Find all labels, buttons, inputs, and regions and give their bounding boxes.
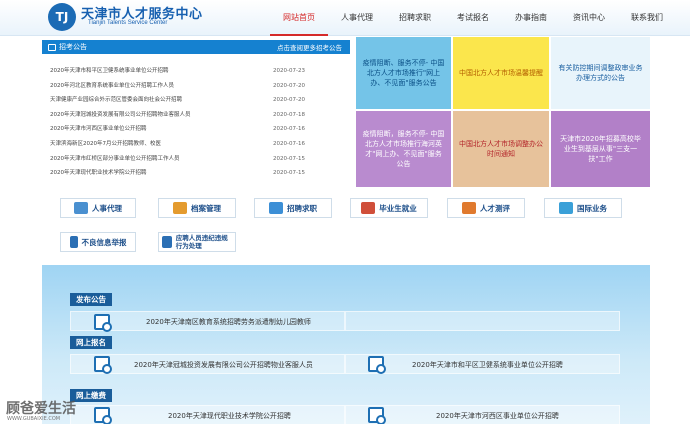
person-folder-icon: [74, 202, 88, 214]
quick-label: 人才测评: [480, 203, 510, 213]
site-subtitle: Tianjin Talents Service Center: [88, 20, 168, 26]
document-icon: [162, 236, 172, 248]
watermark-url: WWW.GUBAIXIE.COM: [7, 416, 61, 422]
globe-icon: [559, 202, 573, 214]
site-logo[interactable]: TJ: [48, 3, 76, 31]
signup-row-text[interactable]: 2020年天津冠城投资发展有限公司公开招聘物业客服人员: [134, 360, 313, 370]
list-item[interactable]: 天津滨海新区2020年7月公开招聘教师、校医 2020-07-16: [50, 137, 345, 152]
notice-item-date: 2020-07-23: [273, 68, 305, 74]
tile-reminder[interactable]: 中国北方人才市场温馨提醒: [452, 36, 550, 110]
notice-item-title[interactable]: 2020年河北区教育系统事业单位公开招聘工作人员: [50, 79, 174, 94]
recruit-icon: [269, 202, 283, 214]
archive-icon: [173, 202, 187, 214]
list-item[interactable]: 2020年天津现代职业技术学院公开招聘 2020-07-15: [50, 166, 345, 181]
personnel-agency-button[interactable]: 人事代理: [60, 198, 136, 218]
watermark: 顾爸爱生活 WWW.GUBAIXIE.COM: [0, 396, 150, 424]
archive-button[interactable]: 档案管理: [158, 198, 236, 218]
search-doc-icon: [94, 356, 112, 374]
pay-row-text[interactable]: 2020年天津现代职业技术学院公开招聘: [168, 411, 291, 421]
international-business-button[interactable]: 国际业务: [544, 198, 622, 218]
notice-item-date: 2020-07-18: [273, 111, 305, 118]
graduate-icon: [361, 202, 376, 214]
watermark-text: 顾爸爱生活: [6, 401, 76, 417]
nav-personnel-agency[interactable]: 人事代理: [328, 0, 386, 36]
publish-section-tag: 发布公告: [70, 293, 112, 306]
announcement-tiles: 疫情阻断、服务不停- 中国北方人才市场推行"网上办、不见面"服务公告 中国北方人…: [355, 36, 651, 188]
notice-item-title[interactable]: 天津滨海新区2020年7月公开招聘教师、校医: [50, 137, 161, 152]
phone-report-icon: [69, 236, 78, 248]
list-item[interactable]: 2020年天津市河西区事业单位公开招聘 2020-07-16: [50, 122, 345, 137]
quick-label: 应聘人员违纪违规行为处理: [175, 234, 228, 250]
report-button[interactable]: 不良信息举报: [60, 232, 136, 252]
nav-exam-signup[interactable]: 考试报名: [444, 0, 502, 36]
site-header: TJ 天津市人才服务中心 Tianjin Talents Service Cen…: [0, 0, 690, 36]
notice-icon: [48, 43, 56, 51]
violation-handling-button[interactable]: 应聘人员违纪违规行为处理: [158, 232, 236, 252]
notice-item-title[interactable]: 2020年天津现代职业技术学院公开招聘: [50, 166, 147, 181]
tile-political-review[interactable]: 有关防控期间调整政审业务办理方式的公告: [550, 36, 651, 110]
notice-item-date: 2020-07-16: [273, 126, 305, 133]
notice-list: 2020年天津市和平区卫健系统事业单位公开招聘 2020-07-23 2020年河…: [42, 54, 350, 181]
notice-item-title[interactable]: 2020年天津市红桥区部分事业单位公开招聘工作人员: [50, 152, 180, 167]
recruit-button[interactable]: 招聘求职: [254, 198, 332, 218]
quick-label: 国际业务: [577, 203, 607, 213]
list-item[interactable]: 天津健康产业园综合外示范区管委会面向社会公开招聘 2020-07-20: [50, 93, 345, 108]
nav-news[interactable]: 资讯中心: [560, 0, 618, 36]
quick-label: 毕业生就业: [379, 203, 417, 213]
nav-home[interactable]: 网站首页: [270, 0, 328, 36]
notice-item-date: 2020-07-16: [273, 140, 305, 147]
notice-item-date: 2020-07-15: [273, 155, 305, 162]
quick-label: 不良信息举报: [81, 237, 127, 247]
recruitment-notice-panel: 招考公告 点击查阅更多招考公告 2020年天津市和平区卫健系统事业单位公开招聘 2…: [42, 40, 350, 188]
notice-item-date: 2020-07-15: [273, 170, 305, 177]
nav-service-guide[interactable]: 办事指南: [502, 0, 560, 36]
notice-title: 招考公告: [48, 42, 87, 52]
notice-header: 招考公告 点击查阅更多招考公告: [42, 40, 350, 54]
publish-row-text[interactable]: 2020年天津南区教育系统招聘劳务派遣制幼儿园教师: [146, 317, 311, 327]
main-nav: 网站首页 人事代理 招聘求职 考试报名 办事指南 资讯中心 联系我们: [270, 0, 676, 36]
nav-recruitment[interactable]: 招聘求职: [386, 0, 444, 36]
notice-item-title[interactable]: 2020年天津冠城投资发展有限公司公开招聘物业客服人员: [50, 108, 191, 123]
signup-section-tag: 网上报名: [70, 336, 112, 349]
tile-sanzhi-yifu[interactable]: 天津市2020年招募高校毕业生到基层从事"三支一扶"工作: [550, 110, 651, 188]
quick-label: 招聘求职: [287, 203, 317, 213]
evaluation-icon: [462, 202, 476, 214]
tile-online-service[interactable]: 疫情阻断、服务不停- 中国北方人才市场推行"网上办、不见面"服务公告: [355, 36, 452, 110]
search-doc-icon: [94, 314, 112, 332]
logo-text: TJ: [55, 10, 69, 24]
tile-office-hours[interactable]: 中国北方人才市场调整办公时间通知: [452, 110, 550, 188]
list-item[interactable]: 2020年天津冠城投资发展有限公司公开招聘物业客服人员 2020-07-18: [50, 108, 345, 123]
list-item[interactable]: 2020年天津市红桥区部分事业单位公开招聘工作人员 2020-07-15: [50, 152, 345, 167]
talent-evaluation-button[interactable]: 人才测评: [447, 198, 525, 218]
pay-row-text[interactable]: 2020年天津市河西区事业单位公开招聘: [436, 411, 559, 421]
search-doc-icon: [368, 356, 386, 374]
notice-item-title[interactable]: 天津健康产业园综合外示范区管委会面向社会公开招聘: [50, 93, 182, 108]
quick-label: 档案管理: [191, 203, 221, 213]
list-item[interactable]: 2020年天津市和平区卫健系统事业单位公开招聘 2020-07-23: [50, 64, 345, 79]
table-row: [345, 311, 620, 331]
notice-more-link[interactable]: 点击查阅更多招考公告: [277, 42, 342, 52]
notice-item-date: 2020-07-20: [273, 97, 305, 104]
notice-title-text: 招考公告: [59, 43, 87, 51]
quick-label: 人事代理: [92, 203, 122, 213]
notice-item-title[interactable]: 2020年天津市和平区卫健系统事业单位公开招聘: [50, 64, 169, 79]
list-item[interactable]: 2020年河北区教育系统事业单位公开招聘工作人员 2020-07-20: [50, 79, 345, 94]
signup-row-text[interactable]: 2020年天津市和平区卫健系统事业单位公开招聘: [412, 360, 563, 370]
search-doc-icon: [368, 407, 386, 424]
nav-contact[interactable]: 联系我们: [618, 0, 676, 36]
tile-haihe-talent[interactable]: 疫情阻断，服务不停- 中国北方人才市场推行海河英才"网上办、不见面"服务公告: [355, 110, 452, 188]
notice-item-date: 2020-07-20: [273, 82, 305, 89]
notice-item-title[interactable]: 2020年天津市河西区事业单位公开招聘: [50, 122, 147, 137]
graduate-employment-button[interactable]: 毕业生就业: [350, 198, 428, 218]
